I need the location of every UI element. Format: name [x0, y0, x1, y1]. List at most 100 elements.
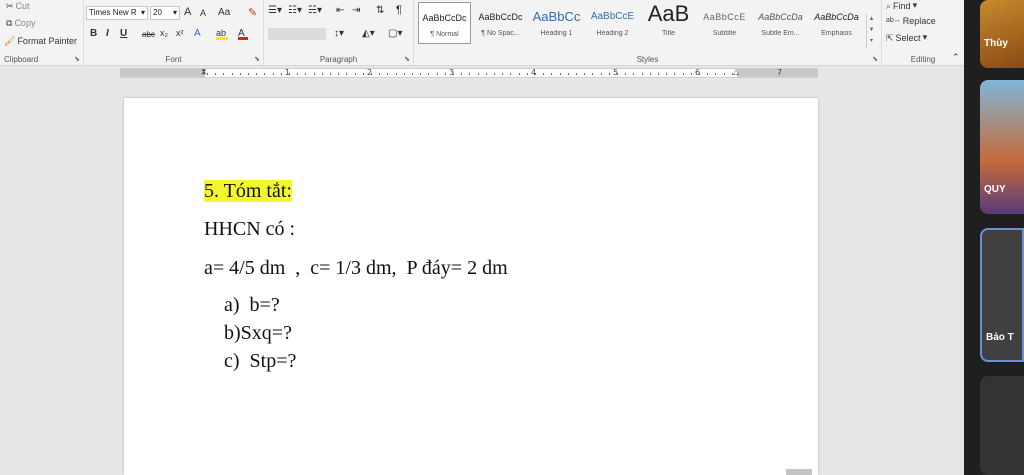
- numbering-icon[interactable]: ☷▾: [288, 5, 302, 16]
- ruler-tick: [346, 73, 348, 75]
- replace-button[interactable]: ab↔ Replace: [886, 16, 936, 26]
- ruler-tick: [354, 73, 356, 75]
- style-heading-1[interactable]: AaBbCc Heading 1: [530, 2, 583, 44]
- select-button[interactable]: ⇱ Select ▾: [886, 32, 927, 43]
- bold-button[interactable]: B: [90, 28, 97, 39]
- style-emphasis[interactable]: AaBbCcDa Emphasis: [810, 2, 863, 44]
- sort-icon[interactable]: ⇅: [376, 5, 384, 16]
- right-indent-marker-icon[interactable]: △: [733, 67, 739, 76]
- bullets-icon[interactable]: ☰▾: [268, 5, 282, 16]
- style-title[interactable]: AaB Title: [642, 2, 695, 44]
- ruler-tick: [395, 73, 397, 75]
- ruler-tick: [362, 73, 364, 75]
- style-subtle-emphasis[interactable]: AaBbCcDa Subtle Em...: [754, 2, 807, 44]
- ruler-tick: [674, 73, 676, 75]
- document-page[interactable]: 5. Tóm tắt: HHCN có : a= 4/5 dm , c= 1/3…: [124, 98, 818, 475]
- ruler-tick: [239, 73, 241, 75]
- ruler-tick: [289, 73, 290, 75]
- ruler-tick: [518, 73, 520, 75]
- participant-tile-4[interactable]: [980, 376, 1024, 475]
- styles-gallery-scroll[interactable]: ▲ ▼ ▾: [866, 14, 876, 48]
- participant-tile-3[interactable]: Bảo T: [980, 228, 1024, 362]
- word-window: ✂ Cut ⧉ Copy 🖌 Format Painter Clipboard …: [0, 0, 1024, 475]
- ruler-tick: [207, 73, 208, 75]
- styles-label: Styles: [636, 55, 659, 64]
- alignment-buttons-disabled[interactable]: [268, 28, 326, 40]
- ruler-tick: [403, 73, 405, 75]
- ruler-tick: [412, 73, 413, 75]
- italic-button[interactable]: I: [106, 28, 109, 39]
- superscript-button[interactable]: x²: [176, 28, 184, 38]
- ruler-tick: [231, 73, 233, 75]
- ruler-tick: [649, 73, 651, 75]
- ruler-tick: [436, 73, 438, 75]
- highlighted-heading: 5. Tóm tắt:: [204, 180, 292, 202]
- ruler-tick: [330, 73, 331, 75]
- chevron-down-icon: ▾: [140, 8, 145, 17]
- ruler-tick: [608, 73, 610, 75]
- line-spacing-icon[interactable]: ↕▾: [334, 28, 344, 39]
- ruler-tick: [666, 73, 668, 75]
- copy-button[interactable]: ⧉ Copy: [6, 18, 35, 28]
- clipboard-launcher-icon[interactable]: ⬊: [74, 55, 80, 63]
- pilcrow-icon[interactable]: ¶: [396, 4, 402, 16]
- strikethrough-button[interactable]: abc: [142, 30, 155, 39]
- find-button[interactable]: ⌕ Find ▾: [886, 0, 917, 11]
- doc-list-item-b: b)Sxq=?: [224, 322, 292, 344]
- paragraph-launcher-icon[interactable]: ⬊: [404, 55, 410, 63]
- ruler-number: 7: [777, 68, 783, 77]
- font-name-dropdown[interactable]: Times New R ▾: [86, 6, 148, 20]
- style-normal[interactable]: AaBbCcDc ¶ Normal: [418, 2, 471, 44]
- font-launcher-icon[interactable]: ⬊: [254, 55, 260, 63]
- ruler-tick: [707, 73, 709, 75]
- ruler-tick: [592, 73, 594, 75]
- ribbon: ✂ Cut ⧉ Copy 🖌 Format Painter Clipboard …: [0, 0, 964, 66]
- decrease-indent-icon[interactable]: ⇤: [336, 5, 344, 16]
- underline-button[interactable]: U: [120, 28, 127, 39]
- multilevel-list-icon[interactable]: ☵▾: [308, 5, 322, 16]
- styles-launcher-icon[interactable]: ⬊: [872, 55, 878, 63]
- ruler-tick: [280, 73, 282, 75]
- cut-button[interactable]: ✂ Cut: [6, 1, 30, 11]
- shrink-font-button[interactable]: A: [200, 8, 206, 18]
- ruler-tick: [641, 73, 643, 75]
- ruler-tick: [502, 73, 504, 75]
- ruler-tick: [494, 73, 495, 75]
- format-painter-button[interactable]: 🖌 Format Painter: [4, 36, 77, 46]
- ruler-tick: [313, 73, 315, 75]
- font-size-dropdown[interactable]: 20 ▾: [150, 6, 180, 20]
- grow-font-button[interactable]: A: [184, 6, 191, 18]
- borders-icon[interactable]: ▢▾: [388, 28, 402, 39]
- highlighter-icon: ab: [216, 28, 227, 38]
- font-color-button[interactable]: A: [238, 28, 248, 40]
- more-icon: ▾: [869, 38, 873, 44]
- ruler-tick: [305, 73, 307, 75]
- style-no-spacing[interactable]: AaBbCcDc ¶ No Spac...: [474, 2, 527, 44]
- change-case-button[interactable]: Aa: [218, 7, 230, 18]
- ruler-tick: [715, 73, 717, 75]
- ruler-tick: [248, 73, 249, 75]
- ruler-tick: [485, 73, 487, 75]
- shading-icon[interactable]: ◭▾: [362, 28, 375, 39]
- chevron-down-icon: ▾: [172, 8, 177, 17]
- participant-tile-1[interactable]: Thùy: [980, 0, 1024, 68]
- ruler-tick: [428, 73, 430, 75]
- subscript-button[interactable]: x₂: [160, 28, 168, 38]
- style-heading-2[interactable]: AaBbCcE Heading 2: [586, 2, 639, 44]
- clear-formatting-icon[interactable]: ✎: [248, 6, 257, 19]
- ruler-tick: [453, 73, 454, 75]
- horizontal-ruler[interactable]: 1 2 3 4 5 6 7 ⧗ △: [120, 67, 818, 78]
- highlight-color-button[interactable]: ab: [216, 28, 228, 40]
- text-effects-icon[interactable]: A: [194, 28, 201, 39]
- ruler-tick: [600, 73, 602, 75]
- ruler-tick: [699, 73, 700, 75]
- collapse-ribbon-icon[interactable]: ⌃: [952, 52, 960, 63]
- editing-group: ⌕ Find ▾ ab↔ Replace ⇱ Select ▾ Editing …: [882, 0, 964, 66]
- style-subtitle[interactable]: AaBbCcE Subtitle: [698, 2, 751, 44]
- participant-tile-2[interactable]: QUY: [980, 80, 1024, 214]
- horizontal-scrollbar-thumb[interactable]: [786, 469, 812, 475]
- clipboard-label: Clipboard: [4, 55, 39, 64]
- increase-indent-icon[interactable]: ⇥: [352, 5, 360, 16]
- participant-name-2: QUY: [984, 184, 1006, 195]
- indent-marker-icon[interactable]: ⧗: [201, 67, 207, 77]
